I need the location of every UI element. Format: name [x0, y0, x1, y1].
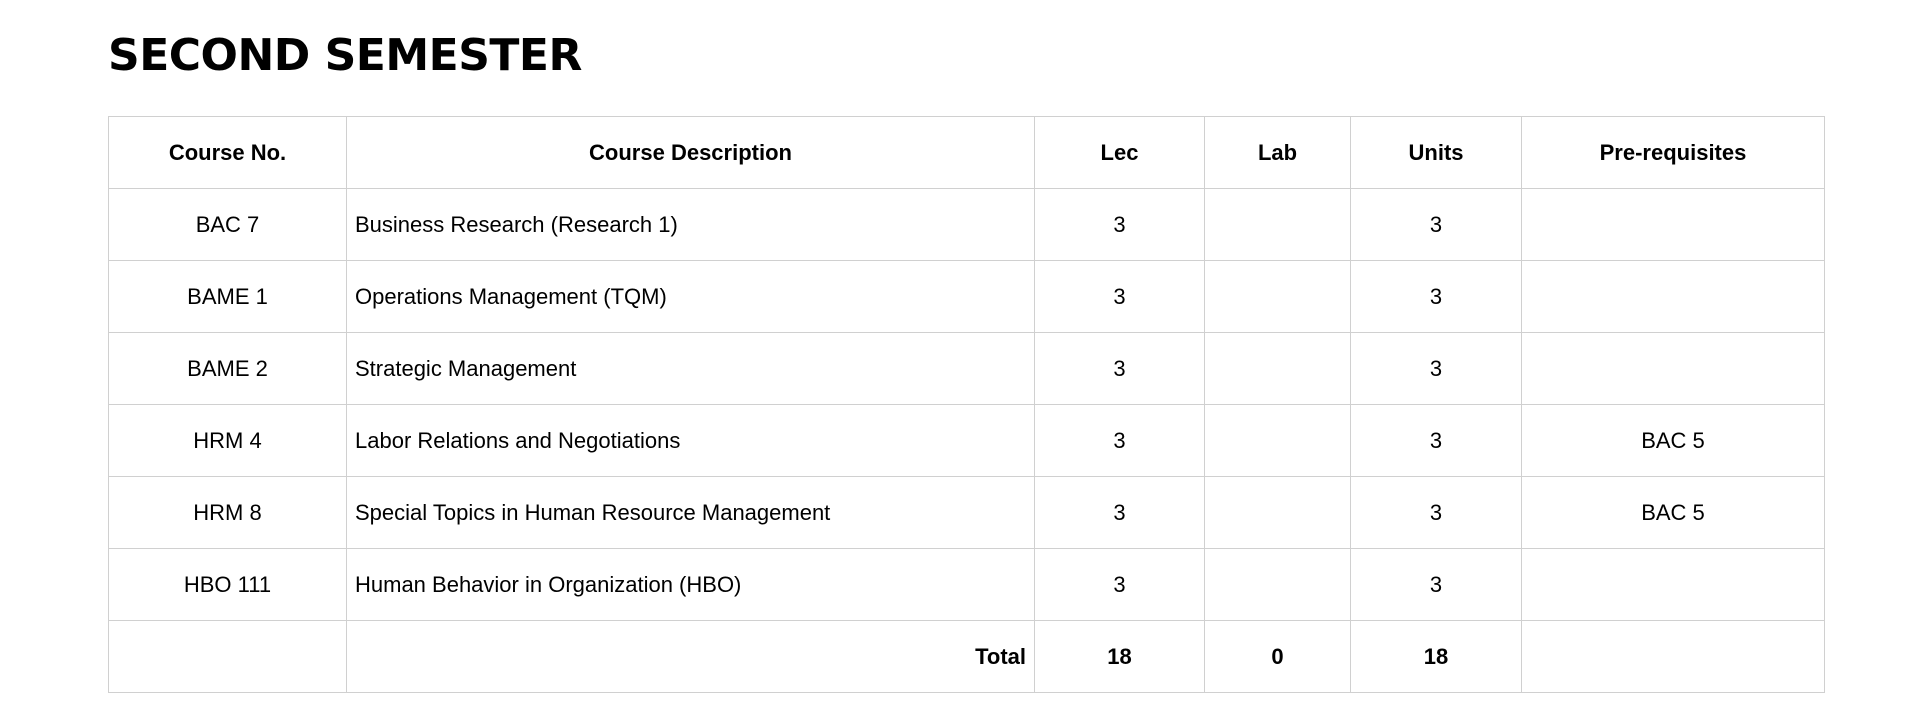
header-units: Units [1350, 116, 1522, 189]
course-description-cell: Operations Management (TQM) [346, 260, 1035, 333]
total-lec: 18 [1034, 620, 1205, 693]
course-no-cell: HBO 111 [108, 548, 347, 621]
empty-cell [108, 620, 347, 693]
units-cell: 3 [1350, 332, 1522, 405]
lec-cell: 3 [1034, 332, 1205, 405]
units-cell: 3 [1350, 260, 1522, 333]
header-lec: Lec [1034, 116, 1205, 189]
header-course-description: Course Description [346, 116, 1035, 189]
course-no-cell: BAME 1 [108, 260, 347, 333]
prerequisites-cell [1521, 548, 1825, 621]
lec-cell: 3 [1034, 404, 1205, 477]
lec-cell: 3 [1034, 188, 1205, 261]
course-table: Course No. Course Description Lec Lab Un… [108, 116, 1825, 693]
header-course-no: Course No. [108, 116, 347, 189]
empty-cell [1521, 620, 1825, 693]
prerequisites-cell [1521, 188, 1825, 261]
prerequisites-cell [1521, 260, 1825, 333]
units-cell: 3 [1350, 404, 1522, 477]
total-units: 18 [1350, 620, 1522, 693]
total-row: Total 18 0 18 [108, 620, 1825, 693]
header-lab: Lab [1204, 116, 1351, 189]
table-row: BAME 1 Operations Management (TQM) 3 3 [108, 260, 1825, 333]
units-cell: 3 [1350, 188, 1522, 261]
lec-cell: 3 [1034, 260, 1205, 333]
page-title: SECOND SEMESTER [108, 30, 582, 81]
lec-cell: 3 [1034, 476, 1205, 549]
lab-cell [1204, 188, 1351, 261]
course-no-cell: BAC 7 [108, 188, 347, 261]
course-description-cell: Business Research (Research 1) [346, 188, 1035, 261]
lab-cell [1204, 332, 1351, 405]
course-description-cell: Labor Relations and Negotiations [346, 404, 1035, 477]
course-description-cell: Strategic Management [346, 332, 1035, 405]
table-row: HRM 8 Special Topics in Human Resource M… [108, 476, 1825, 549]
prerequisites-cell [1521, 332, 1825, 405]
course-description-cell: Special Topics in Human Resource Managem… [346, 476, 1035, 549]
units-cell: 3 [1350, 476, 1522, 549]
lab-cell [1204, 476, 1351, 549]
prerequisites-cell: BAC 5 [1521, 404, 1825, 477]
total-label: Total [346, 620, 1035, 693]
table-row: BAC 7 Business Research (Research 1) 3 3 [108, 188, 1825, 261]
table-header-row: Course No. Course Description Lec Lab Un… [108, 116, 1825, 189]
prerequisites-cell: BAC 5 [1521, 476, 1825, 549]
course-no-cell: BAME 2 [108, 332, 347, 405]
table-row: HBO 111 Human Behavior in Organization (… [108, 548, 1825, 621]
course-no-cell: HRM 8 [108, 476, 347, 549]
lec-cell: 3 [1034, 548, 1205, 621]
table-row: HRM 4 Labor Relations and Negotiations 3… [108, 404, 1825, 477]
lab-cell [1204, 404, 1351, 477]
lab-cell [1204, 548, 1351, 621]
table-row: BAME 2 Strategic Management 3 3 [108, 332, 1825, 405]
course-description-cell: Human Behavior in Organization (HBO) [346, 548, 1035, 621]
total-lab: 0 [1204, 620, 1351, 693]
header-prerequisites: Pre-requisites [1521, 116, 1825, 189]
course-no-cell: HRM 4 [108, 404, 347, 477]
lab-cell [1204, 260, 1351, 333]
units-cell: 3 [1350, 548, 1522, 621]
